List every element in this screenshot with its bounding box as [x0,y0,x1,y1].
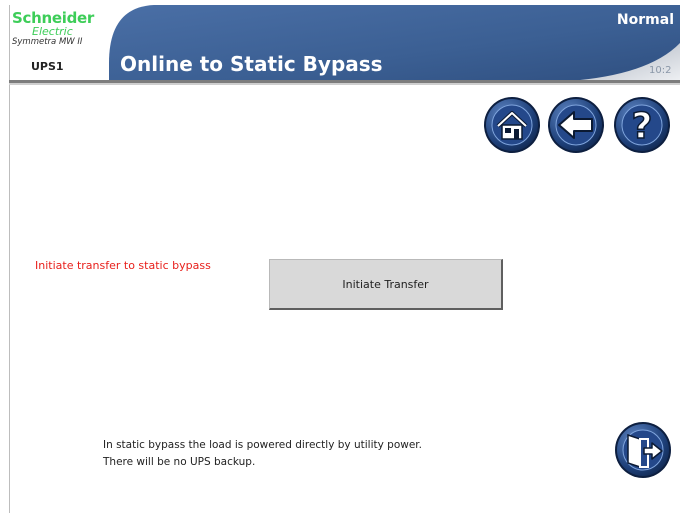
info-line-1: In static bypass the load is powered dir… [103,439,422,451]
page-title: Online to Static Bypass [120,52,383,76]
initiate-transfer-button[interactable]: Initiate Transfer [269,259,503,310]
device-name: UPS1 [31,60,64,73]
brand-sub: Electric [32,26,112,37]
back-arrow-icon [548,97,604,153]
status-indicator: Normal [616,12,674,28]
help-button[interactable]: ? [613,96,673,156]
brand-name: Schneider [12,9,94,27]
product-model: Symmetra MW II [12,37,83,47]
home-icon [484,97,540,153]
svg-text:?: ? [632,106,653,147]
initiate-transfer-label: Initiate Transfer [342,277,429,291]
back-button[interactable] [547,96,607,156]
help-icon: ? [614,97,670,153]
clock-display: 10:2 [649,65,672,76]
exit-button[interactable] [614,421,674,481]
header-bar: Schneider Electric Symmetra MW II UPS1 O… [9,5,680,85]
info-line-2: There will be no UPS backup. [103,456,256,468]
exit-door-icon [615,422,671,478]
home-button[interactable] [483,96,543,156]
info-message: In static bypass the load is powered dir… [103,437,422,471]
prompt-label: Initiate transfer to static bypass [35,259,211,272]
brand-logo: Schneider Electric Symmetra MW II [12,11,112,48]
